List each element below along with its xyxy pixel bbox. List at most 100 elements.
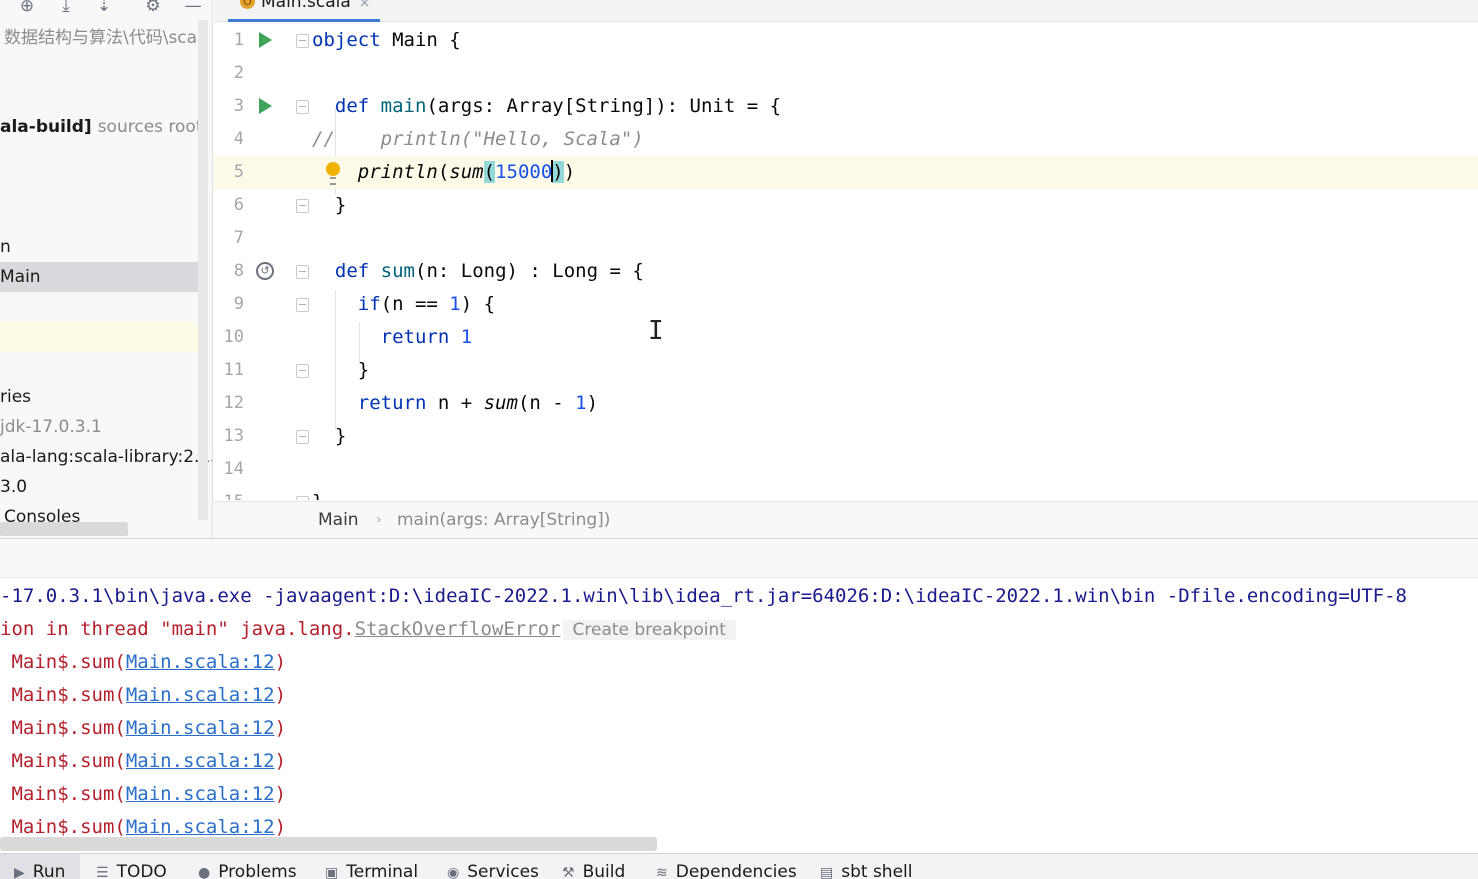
console-horizontal-scrollbar[interactable] xyxy=(0,837,657,851)
dependencies-icon: ≋ xyxy=(656,865,668,879)
line-number: 3 xyxy=(233,96,244,116)
stack-trace-line: Main$.sum(Main.scala:12) xyxy=(0,646,286,679)
line-number: 1 xyxy=(233,30,244,50)
code-line-12[interactable]: 12 return n + sum(n - 1) xyxy=(214,387,1478,420)
tool-tab-build[interactable]: ⚒ Build xyxy=(562,854,625,879)
code-text: } xyxy=(312,194,347,216)
tool-tab-dependencies[interactable]: ≋ Dependencies xyxy=(656,854,797,879)
stack-trace-line: Main$.sum(Main.scala:12) xyxy=(0,712,286,745)
code-line-14[interactable]: 14 xyxy=(214,453,1478,486)
code-line-8[interactable]: 8 ↺ def sum(n: Long) : Long = { xyxy=(214,255,1478,288)
add-icon[interactable]: ⊕ xyxy=(16,0,38,16)
tree-item-version[interactable]: 3.0 xyxy=(0,472,205,502)
tool-tab-run[interactable]: ▶ Run xyxy=(0,854,80,879)
code-text: } xyxy=(312,359,370,381)
trace-suffix: ) xyxy=(274,750,287,772)
project-vertical-scrollbar[interactable] xyxy=(198,20,208,520)
tree-item-highlight[interactable] xyxy=(0,322,205,352)
code-line-6[interactable]: 6 } xyxy=(214,189,1478,222)
tool-tab-label: sbt shell xyxy=(841,862,913,879)
trace-link[interactable]: Main.scala:12 xyxy=(126,783,275,805)
collapse-icon[interactable]: ⤓ xyxy=(55,0,77,16)
trace-prefix: Main$.sum( xyxy=(0,816,126,838)
run-toolwindow-header xyxy=(0,538,1478,578)
tool-tab-sbt-shell[interactable]: ▤ sbt shell xyxy=(820,854,913,879)
scala-object-icon: O xyxy=(240,0,255,9)
version-label: 3.0 xyxy=(0,477,28,497)
trace-suffix: ) xyxy=(274,816,287,838)
trace-prefix: Main$.sum( xyxy=(0,651,126,673)
trace-link[interactable]: Main.scala:12 xyxy=(126,717,275,739)
run-gutter-icon[interactable] xyxy=(259,98,272,114)
scala-library-label: ala-lang:scala-library:2.13 xyxy=(0,447,213,467)
code-line-2[interactable]: 2 xyxy=(214,57,1478,90)
tree-item-jdk[interactable]: jdk-17.0.3.1 xyxy=(0,412,205,442)
code-editor[interactable]: 1 object Main { 2 3 def main(args: Array… xyxy=(214,22,1478,500)
trace-suffix: ) xyxy=(274,684,287,706)
fold-icon[interactable] xyxy=(296,364,309,378)
tree-item-partial[interactable]: n xyxy=(0,232,205,262)
project-panel: ⊕ ⤓ ⇣ ⚙ — 数据结构与算法\代码\scal ala-build] sour… xyxy=(0,0,213,538)
code-line-13[interactable]: 13 } xyxy=(214,420,1478,453)
code-line-3[interactable]: 3 def main(args: Array[String]): Unit = … xyxy=(214,90,1478,123)
code-line-7[interactable]: 7 xyxy=(214,222,1478,255)
tree-item-libraries[interactable]: ries xyxy=(0,382,205,412)
code-line-9[interactable]: 9 if(n == 1) { xyxy=(214,288,1478,321)
partial-label: n xyxy=(0,237,11,257)
code-line-15[interactable]: 15 } xyxy=(214,486,1478,500)
trace-prefix: Main$.sum( xyxy=(0,684,126,706)
fold-icon[interactable] xyxy=(296,265,309,279)
trace-link[interactable]: Main.scala:12 xyxy=(126,750,275,772)
tree-item-module[interactable]: ala-build] sources root xyxy=(0,112,205,142)
project-toolbar: ⊕ ⤓ ⇣ ⚙ — xyxy=(0,0,212,20)
tool-tab-problems[interactable]: ● Problems xyxy=(198,854,297,879)
tree-item-path[interactable]: 数据结构与算法\代码\scal xyxy=(0,23,205,53)
fold-icon[interactable] xyxy=(296,34,309,48)
breadcrumb-method[interactable]: main(args: Array[String]) xyxy=(397,502,610,539)
tool-tab-services[interactable]: ◉ Services xyxy=(447,854,539,879)
line-number: 13 xyxy=(223,426,244,446)
fold-icon[interactable] xyxy=(296,430,309,444)
code-line-11[interactable]: 11 } xyxy=(214,354,1478,387)
stack-trace-line: Main$.sum(Main.scala:12) xyxy=(0,745,286,778)
line-number: 12 xyxy=(223,393,244,413)
code-text: def main(args: Array[String]): Unit = { xyxy=(334,95,782,117)
run-gutter-icon[interactable] xyxy=(259,32,272,48)
code-text: // println("Hello, Scala") xyxy=(312,128,644,150)
run-icon: ▶ xyxy=(14,865,25,879)
code-line-4[interactable]: 4 // println("Hello, Scala") xyxy=(214,123,1478,156)
fold-icon[interactable] xyxy=(296,496,309,500)
console-command-line: -17.0.3.1\bin\java.exe -javaagent:D:\ide… xyxy=(0,585,1407,607)
project-horizontal-scrollbar[interactable] xyxy=(0,522,128,536)
code-line-5[interactable]: 5 println(sum(15000)) xyxy=(214,156,1478,189)
fold-icon[interactable] xyxy=(296,100,309,114)
main-label: Main xyxy=(0,267,41,287)
fold-icon[interactable] xyxy=(296,298,309,312)
tree-item-main[interactable]: Main xyxy=(0,262,205,292)
trace-link[interactable]: Main.scala:12 xyxy=(126,651,275,673)
gear-icon[interactable]: ⚙ xyxy=(142,0,164,16)
fold-icon[interactable] xyxy=(296,199,309,213)
libraries-label: ries xyxy=(0,387,32,407)
run-console[interactable]: -17.0.3.1\bin\java.exe -javaagent:D:\ide… xyxy=(0,578,1478,853)
tool-tab-label: Run xyxy=(32,862,66,879)
expand-icon[interactable]: ⇣ xyxy=(93,0,115,16)
line-number: 4 xyxy=(233,129,244,149)
code-line-10[interactable]: 10 return 1 xyxy=(214,321,1478,354)
code-line-1[interactable]: 1 object Main { xyxy=(214,24,1478,57)
breadcrumb: Main › main(args: Array[String]) xyxy=(214,501,1478,538)
minimize-icon[interactable]: — xyxy=(182,0,204,16)
code-text: return 1 xyxy=(380,326,473,348)
tree-item-scala-library[interactable]: ala-lang:scala-library:2.13 xyxy=(0,442,212,472)
tab-main-scala[interactable]: O Main.scala × xyxy=(228,0,380,22)
tool-tab-terminal[interactable]: ▣ Terminal xyxy=(325,854,418,879)
recursion-icon[interactable]: ↺ xyxy=(256,262,274,280)
trace-link[interactable]: Main.scala:12 xyxy=(126,684,275,706)
breadcrumb-object[interactable]: Main xyxy=(318,502,359,539)
close-icon[interactable]: × xyxy=(359,0,371,11)
create-breakpoint-button[interactable]: Create breakpoint xyxy=(562,620,736,640)
trace-link[interactable]: Main.scala:12 xyxy=(126,816,275,838)
exception-class-link[interactable]: StackOverflowError xyxy=(355,618,561,640)
path-label: 数据结构与算法\代码\scal xyxy=(4,28,202,48)
tool-tab-todo[interactable]: ☰ TODO xyxy=(96,854,167,879)
